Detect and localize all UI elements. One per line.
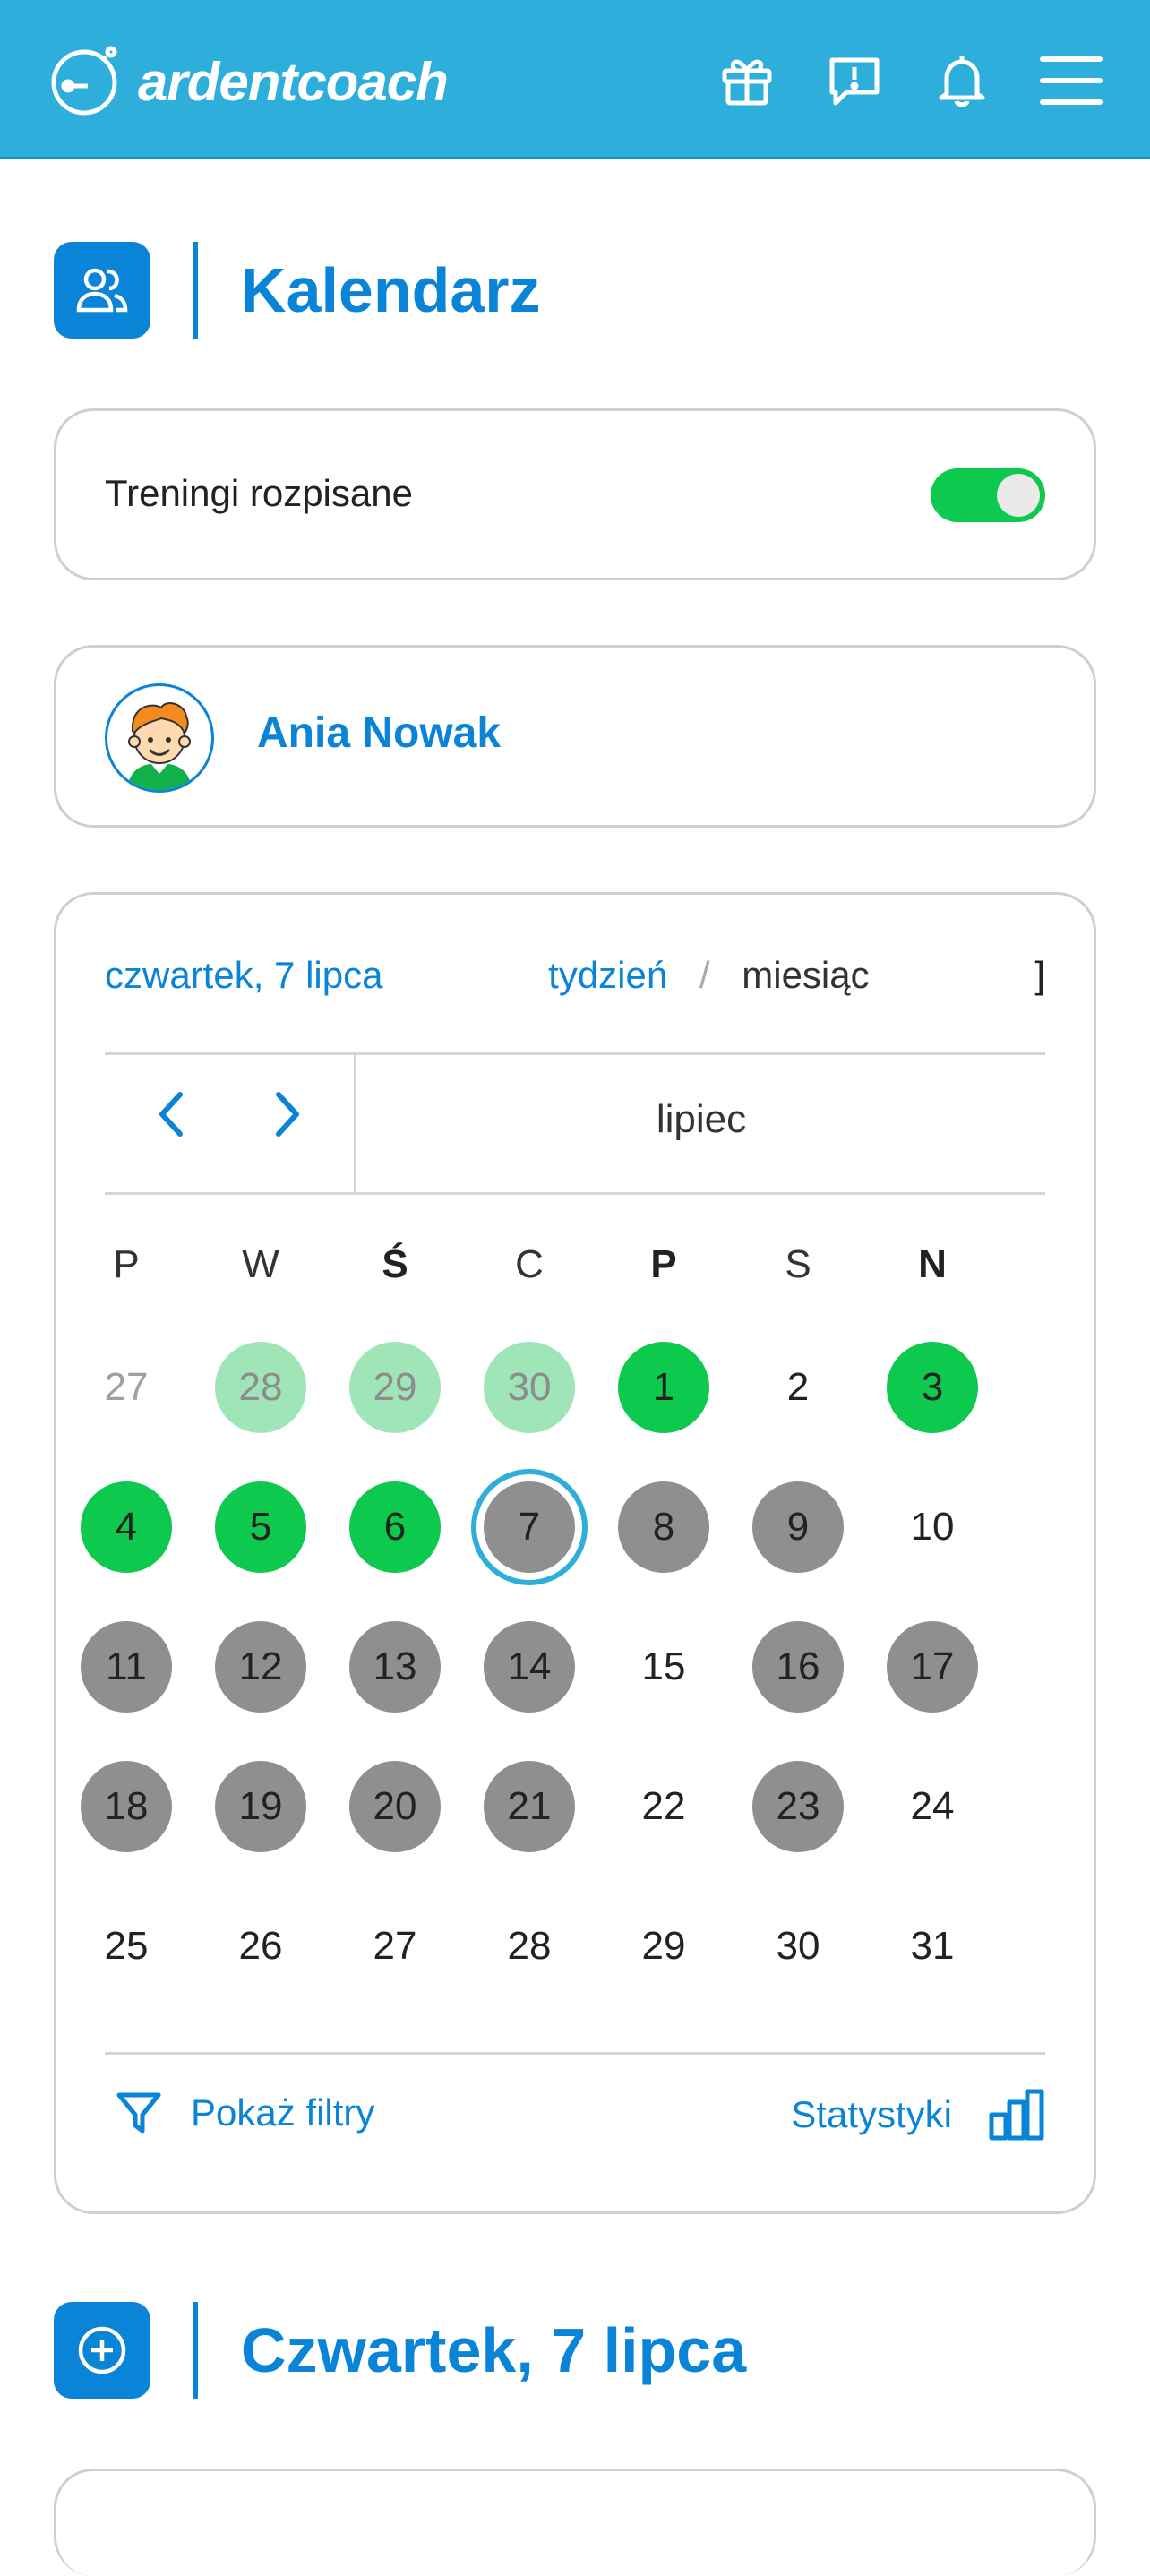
- chevron-left-icon: [159, 1092, 183, 1137]
- calendar-day[interactable]: 15: [618, 1621, 709, 1713]
- nav-vertical-divider: [354, 1052, 356, 1194]
- calendar-day[interactable]: 11: [81, 1621, 172, 1713]
- top-bar: ardentcoach: [0, 0, 1150, 159]
- statistics-label: Statystyki: [791, 2093, 952, 2135]
- calendar-day[interactable]: 18: [81, 1761, 172, 1852]
- calendar-day[interactable]: 6: [349, 1481, 441, 1573]
- calendar-day[interactable]: 17: [887, 1621, 978, 1713]
- page-title: Kalendarz: [241, 255, 541, 325]
- weekday-label: N: [918, 1242, 947, 1286]
- calendar-day[interactable]: 27: [81, 1342, 172, 1433]
- view-week-link[interactable]: tydzień: [548, 954, 667, 996]
- view-month-link[interactable]: miesiąc: [742, 954, 869, 996]
- scheduled-trainings-label: Treningi rozpisane: [105, 472, 413, 514]
- calendar-day[interactable]: 31: [887, 1901, 978, 1992]
- chevron-right-icon: [276, 1092, 299, 1137]
- avatar-boy-icon: [127, 702, 192, 790]
- calendar-day[interactable]: 28: [215, 1342, 306, 1433]
- calendar-day-today[interactable]: 7: [484, 1481, 575, 1573]
- weekday-label: P: [113, 1242, 140, 1286]
- feedback-icon[interactable]: [824, 50, 885, 111]
- calendar-day[interactable]: 27: [349, 1901, 441, 1992]
- weekday-label: W: [242, 1242, 279, 1286]
- month-label: lipiec: [656, 1097, 747, 1141]
- calendar-day[interactable]: 3: [887, 1342, 978, 1433]
- header-divider: [193, 242, 198, 339]
- show-filters-label: Pokaż filtry: [191, 2091, 375, 2134]
- weekday-label: S: [785, 1242, 811, 1286]
- avatar: [105, 683, 214, 793]
- calendar-day[interactable]: 20: [349, 1761, 441, 1852]
- gift-icon[interactable]: [717, 50, 777, 111]
- divider-nav: [105, 1192, 1045, 1195]
- menu-icon[interactable]: [1037, 50, 1105, 111]
- bell-icon[interactable]: [931, 50, 992, 111]
- calendar-day[interactable]: 23: [752, 1761, 844, 1852]
- athlete-card[interactable]: Ania Nowak: [54, 645, 1096, 828]
- divider-bottom: [105, 2052, 1045, 2055]
- selected-date: czwartek, 7 lipca: [105, 954, 383, 996]
- day-card: [54, 2469, 1096, 2576]
- calendar-day[interactable]: 5: [215, 1481, 306, 1573]
- users-icon: [54, 242, 150, 339]
- calendar-section-header: Kalendarz: [54, 242, 541, 339]
- bar-chart-icon: [989, 2089, 1044, 2141]
- divider-top: [105, 1052, 1045, 1055]
- calendar-day[interactable]: 12: [215, 1621, 306, 1713]
- calendar-day[interactable]: 16: [752, 1621, 844, 1713]
- calendar-day[interactable]: 13: [349, 1621, 441, 1713]
- calendar-day[interactable]: 19: [215, 1761, 306, 1852]
- calendar-day[interactable]: 14: [484, 1621, 575, 1713]
- stopwatch-logo-icon: [48, 41, 125, 123]
- calendar-day[interactable]: 29: [618, 1901, 709, 1992]
- filter-icon: [116, 2092, 161, 2134]
- scheduled-trainings-toggle[interactable]: [931, 468, 1045, 522]
- weekday-label: P: [650, 1242, 677, 1286]
- calendar-day[interactable]: 25: [81, 1901, 172, 1992]
- next-month-button[interactable]: [252, 1074, 323, 1155]
- day-section-header: Czwartek, 7 lipca: [54, 2302, 746, 2399]
- calendar-day[interactable]: 9: [752, 1481, 844, 1573]
- prev-month-button[interactable]: [135, 1074, 207, 1155]
- calendar-day[interactable]: 21: [484, 1761, 575, 1852]
- calendar-card: czwartek, 7 lipca tydzień / miesiąc ] li…: [54, 892, 1096, 2214]
- calendar-day[interactable]: 29: [349, 1342, 441, 1433]
- calendar-day[interactable]: 4: [81, 1481, 172, 1573]
- calendar-top-row: czwartek, 7 lipca tydzień / miesiąc ]: [105, 954, 1045, 997]
- view-switcher: tydzień / miesiąc: [548, 954, 869, 997]
- athlete-name[interactable]: Ania Nowak: [257, 708, 501, 758]
- header-divider: [193, 2302, 198, 2399]
- calendar-day[interactable]: 22: [618, 1761, 709, 1852]
- weekday-label: Ś: [382, 1242, 408, 1286]
- calendar-day[interactable]: 1: [618, 1342, 709, 1433]
- show-filters-link[interactable]: Pokaż filtry: [114, 2088, 374, 2138]
- day-title: Czwartek, 7 lipca: [241, 2315, 747, 2385]
- calendar-day[interactable]: 24: [887, 1761, 978, 1852]
- brand-logo[interactable]: ardentcoach: [48, 41, 449, 123]
- statistics-link[interactable]: Statystyki: [791, 2088, 1045, 2142]
- calendar-day[interactable]: 28: [484, 1901, 575, 1992]
- toggle-knob: [997, 474, 1040, 517]
- add-circle-icon[interactable]: [54, 2302, 150, 2399]
- weekday-label: C: [515, 1242, 544, 1286]
- calendar-day[interactable]: 30: [484, 1342, 575, 1433]
- calendar-day[interactable]: 2: [752, 1342, 844, 1433]
- brand-name: ardentcoach: [138, 52, 449, 112]
- calendar-day[interactable]: 30: [752, 1901, 844, 1992]
- calendar-day[interactable]: 8: [618, 1481, 709, 1573]
- calendar-day[interactable]: 10: [887, 1481, 978, 1573]
- scheduled-trainings-card: Treningi rozpisane: [54, 408, 1096, 580]
- calendar-day[interactable]: 26: [215, 1901, 306, 1992]
- view-separator: /: [699, 954, 710, 996]
